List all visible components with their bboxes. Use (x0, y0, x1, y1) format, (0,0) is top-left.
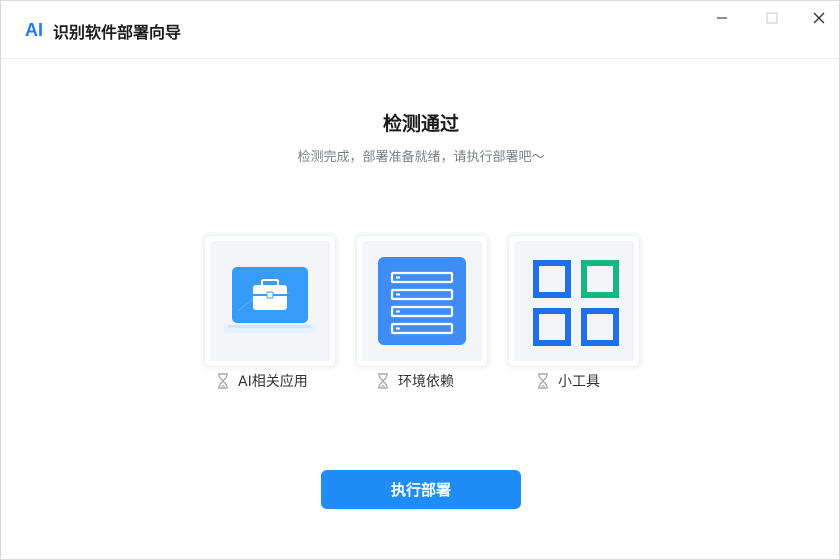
card-environment-body (362, 241, 482, 361)
card-ai-apps-label-row: AI相关应用 (216, 371, 308, 391)
maximize-icon (766, 12, 778, 24)
card-ai-apps-label: AI相关应用 (238, 374, 308, 390)
card-tools[interactable] (508, 235, 640, 367)
card-tools-label: 小工具 (558, 374, 600, 390)
wizard-window: AI 识别软件部署向导 检测通过 检测完成，部署准备就绪，请执行部署吧～ AI相… (0, 0, 840, 560)
card-ai-apps-body (210, 241, 330, 361)
status-description: 检测完成，部署准备就绪，请执行部署吧～ (297, 150, 545, 165)
minimize-button[interactable] (707, 7, 737, 29)
ai-apps-laptop-icon (224, 267, 316, 333)
title-bar: AI 识别软件部署向导 (1, 1, 839, 59)
close-button[interactable] (804, 7, 834, 29)
hourglass-icon (218, 373, 228, 389)
hourglass-icon (538, 373, 548, 389)
environment-list-icon (378, 257, 466, 345)
card-tools-body (514, 241, 634, 361)
status-headline: 检测通过 (382, 113, 459, 135)
card-tools-label-row: 小工具 (536, 371, 600, 391)
card-environment[interactable] (356, 235, 488, 367)
card-environment-label: 环境依赖 (398, 374, 454, 390)
app-logo: AI (25, 20, 43, 40)
tools-grid-icon (533, 260, 619, 346)
maximize-button[interactable] (757, 7, 787, 29)
card-environment-label-row: 环境依赖 (376, 371, 454, 391)
close-icon (813, 12, 825, 24)
window-title: 识别软件部署向导 (53, 23, 182, 42)
hourglass-icon (378, 373, 388, 389)
deploy-button[interactable]: 执行部署 (321, 470, 521, 509)
minimize-icon (717, 17, 727, 19)
card-ai-apps[interactable] (204, 235, 336, 367)
